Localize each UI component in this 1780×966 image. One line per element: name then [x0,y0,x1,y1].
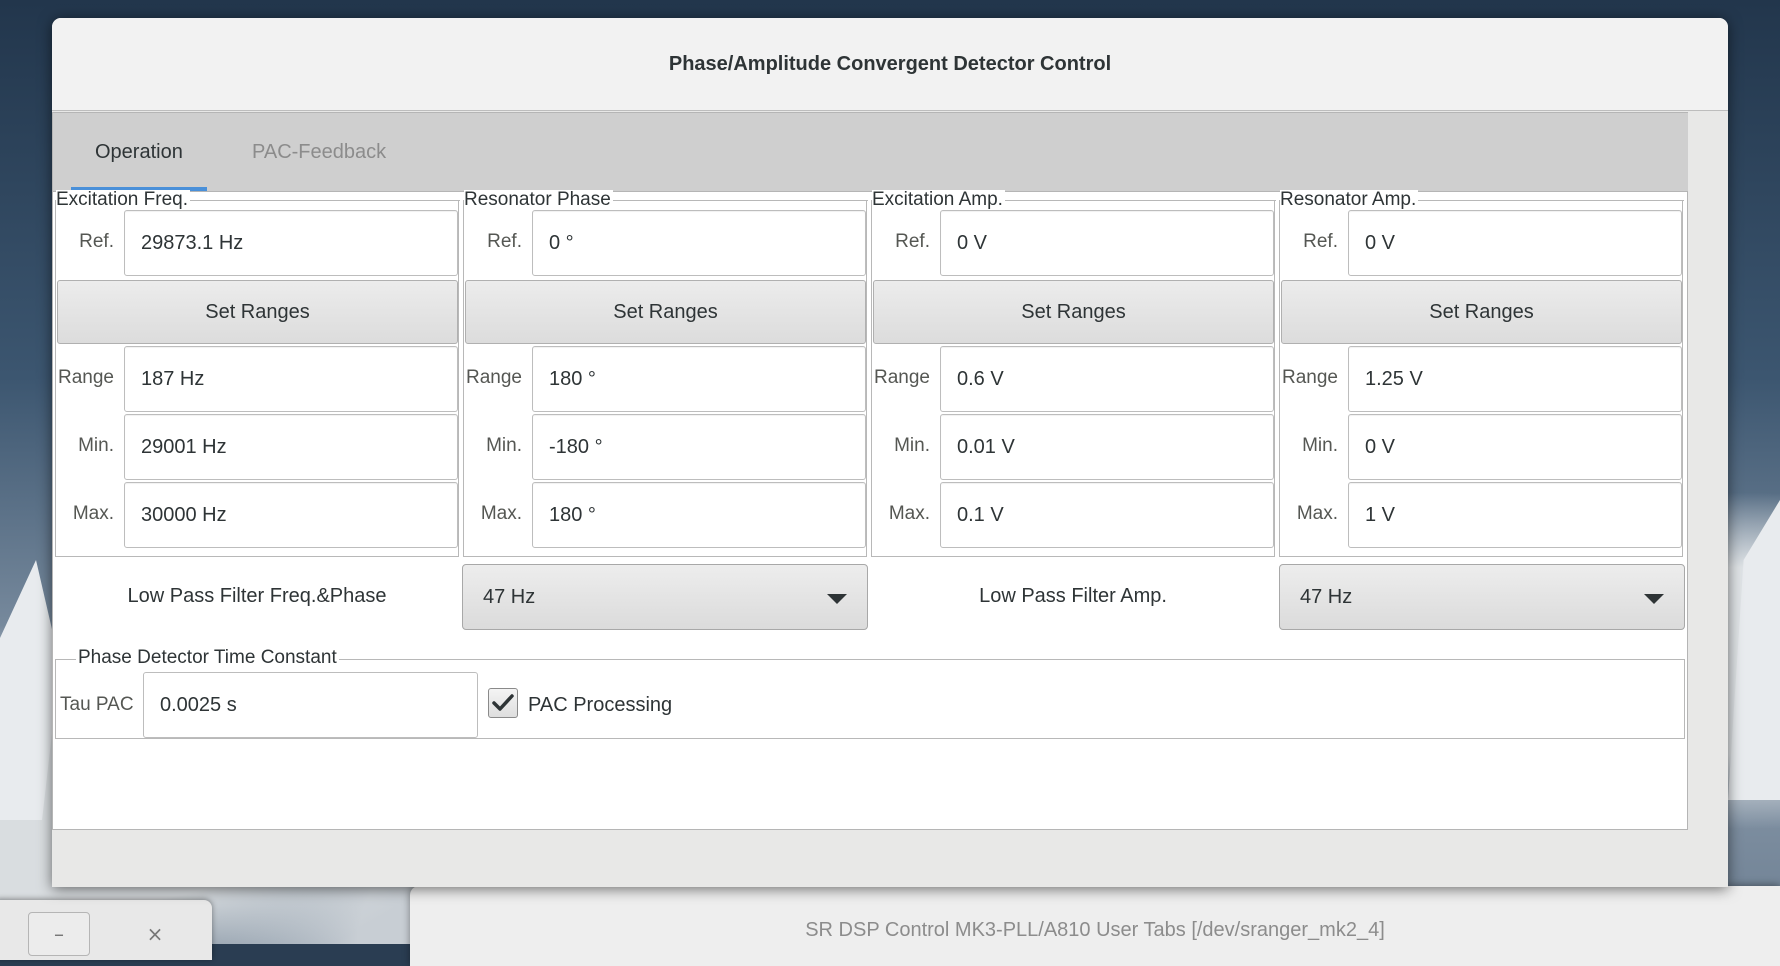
min-label: Min. [486,435,522,456]
background-window-title: SR DSP Control MK3-PLL/A810 User Tabs [/… [805,919,1385,941]
tau-pac-input[interactable]: 0.0025 s [143,672,478,738]
operation-panel: Excitation Freq. Ref. 29873.1 Hz Set Ran… [52,190,1688,830]
window-footer [52,830,1728,887]
ref-row: Ref. 0 ° [464,208,866,276]
ref-label: Ref. [1303,231,1338,252]
range-row: Range 187 Hz [56,344,458,412]
range-label: Range [58,367,114,388]
excitation-freq-frame: Excitation Freq. Ref. 29873.1 Hz Set Ran… [55,190,460,557]
max-label: Max. [72,503,114,524]
select-value: 47 Hz [1300,585,1353,608]
lowpass-amp-select[interactable]: 47 Hz [1279,564,1685,630]
pac-processing-checkbox[interactable] [488,688,518,718]
excitation-amp-frame: Excitation Amp. Ref. 0 V Set Ranges Rang… [871,190,1276,557]
small-window: – × [0,900,212,960]
frame-title: Resonator Phase [464,189,613,210]
ref-row: Ref. 0 V [872,208,1274,276]
min-row: Min. -180 ° [464,412,866,480]
max-label: Max. [480,503,522,524]
max-row: Max. 30000 Hz [56,480,458,548]
chevron-down-icon [827,594,847,604]
max-input[interactable]: 180 ° [532,482,866,548]
max-label: Max. [1296,503,1338,524]
snow-peak [1728,500,1780,800]
background-window[interactable]: SR DSP Control MK3-PLL/A810 User Tabs [/… [410,886,1780,966]
tau-pac-label: Tau PAC [60,694,134,715]
lowpass-freq-phase-label: Low Pass Filter Freq.&Phase [127,584,387,607]
tab-label: Operation [95,141,183,163]
range-input[interactable]: 187 Hz [124,346,458,412]
ref-input[interactable]: 29873.1 Hz [124,210,458,276]
lowpass-amp-label: Low Pass Filter Amp. [979,584,1167,607]
set-ranges-button[interactable]: Set Ranges [1281,280,1682,344]
ref-label: Ref. [895,231,930,252]
tab-pac-feedback[interactable]: PAC-Feedback [252,113,386,192]
min-row: Min. 0.01 V [872,412,1274,480]
scroll-area [1688,112,1728,830]
range-row: Range 1.25 V [1280,344,1682,412]
resonator-amp-frame: Resonator Amp. Ref. 0 V Set Ranges Range… [1279,190,1684,557]
phase-detector-time-constant-frame: Phase Detector Time Constant Tau PAC 0.0… [55,648,1685,739]
select-value: 47 Hz [483,585,536,608]
snow-peak [0,560,60,820]
tab-label: PAC-Feedback [252,141,387,163]
min-input[interactable]: 0.01 V [940,414,1274,480]
chevron-down-icon [1644,594,1664,604]
close-button[interactable]: × [124,912,186,956]
ref-label: Ref. [487,231,522,252]
range-row: Range 0.6 V [872,344,1274,412]
ref-input[interactable]: 0 ° [532,210,866,276]
min-label: Min. [894,435,930,456]
frame-title: Resonator Amp. [1280,189,1419,210]
min-input[interactable]: -180 ° [532,414,866,480]
min-input[interactable]: 29001 Hz [124,414,458,480]
range-input[interactable]: 1.25 V [1348,346,1682,412]
lowpass-freq-phase-select[interactable]: 47 Hz [462,564,868,630]
minimize-button[interactable]: – [28,912,90,956]
pac-control-window: Phase/Amplitude Convergent Detector Cont… [52,18,1728,887]
range-input[interactable]: 0.6 V [940,346,1274,412]
frame-title: Excitation Amp. [872,189,1005,210]
min-row: Min. 29001 Hz [56,412,458,480]
max-row: Max. 1 V [1280,480,1682,548]
close-icon: × [146,922,164,946]
set-ranges-button[interactable]: Set Ranges [873,280,1274,344]
checkmark-icon [492,694,514,711]
max-input[interactable]: 0.1 V [940,482,1274,548]
tab-bar: Operation PAC-Feedback [52,112,1688,192]
ref-row: Ref. 0 V [1280,208,1682,276]
range-label: Range [466,367,522,388]
range-row: Range 180 ° [464,344,866,412]
minimize-icon: – [54,922,64,946]
max-row: Max. 0.1 V [872,480,1274,548]
resonator-phase-frame: Resonator Phase Ref. 0 ° Set Ranges Rang… [463,190,868,557]
max-label: Max. [888,503,930,524]
min-label: Min. [1302,435,1338,456]
ref-input[interactable]: 0 V [1348,210,1682,276]
tab-operation[interactable]: Operation [71,113,207,192]
window-title: Phase/Amplitude Convergent Detector Cont… [668,52,1112,75]
min-input[interactable]: 0 V [1348,414,1682,480]
ref-row: Ref. 29873.1 Hz [56,208,458,276]
range-input[interactable]: 180 ° [532,346,866,412]
max-row: Max. 180 ° [464,480,866,548]
set-ranges-button[interactable]: Set Ranges [57,280,458,344]
max-input[interactable]: 30000 Hz [124,482,458,548]
range-label: Range [874,367,930,388]
window-titlebar[interactable]: Phase/Amplitude Convergent Detector Cont… [52,18,1728,111]
frame-title: Excitation Freq. [56,189,190,210]
max-input[interactable]: 1 V [1348,482,1682,548]
ref-input[interactable]: 0 V [940,210,1274,276]
pac-processing-label[interactable]: PAC Processing [528,672,672,738]
frame-title: Phase Detector Time Constant [76,647,339,668]
min-row: Min. 0 V [1280,412,1682,480]
ref-label: Ref. [79,231,114,252]
min-label: Min. [78,435,114,456]
range-label: Range [1282,367,1338,388]
set-ranges-button[interactable]: Set Ranges [465,280,866,344]
